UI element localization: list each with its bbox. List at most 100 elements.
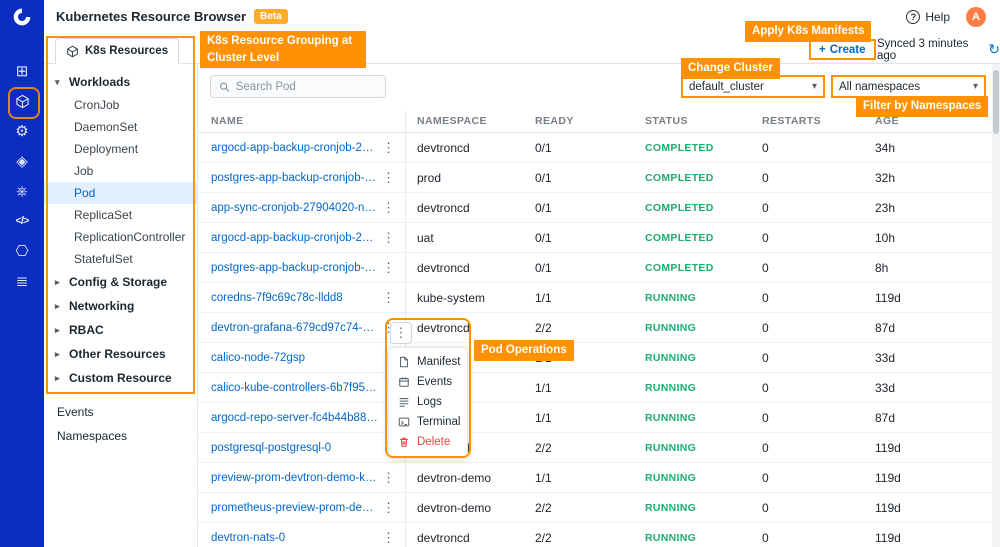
sidebar-group-rbac[interactable]: ▸ RBAC: [44, 318, 197, 342]
clusters-icon[interactable]: ⎈: [0, 176, 44, 206]
row-kebab-icon[interactable]: ⋮: [382, 201, 395, 214]
row-kebab-icon[interactable]: ⋮: [382, 531, 395, 544]
resource-browser-icon[interactable]: [0, 86, 44, 119]
col-name: NAME: [211, 115, 244, 127]
pod-name-link[interactable]: devtron-nats-0: [211, 532, 285, 544]
row-kebab-icon[interactable]: ⋮: [382, 171, 395, 184]
cell-status: COMPLETED: [645, 261, 714, 274]
cell-age: 119d: [875, 530, 901, 545]
row-kebab-icon[interactable]: ⋮: [382, 471, 395, 484]
menu-item-manifest[interactable]: Manifest: [389, 352, 467, 372]
stack-icon[interactable]: ≣: [0, 266, 44, 296]
search-box[interactable]: [210, 75, 386, 98]
cell-status: COMPLETED: [645, 201, 714, 214]
row-kebab-icon[interactable]: ⋮: [382, 141, 395, 154]
cell-namespace: devtroncd: [417, 140, 470, 155]
pod-name-link[interactable]: argocd-repo-server-fc4b44b88-vzfld: [211, 412, 379, 424]
sidebar-item-deployment[interactable]: Deployment: [44, 138, 197, 160]
sidebar-item-daemonset[interactable]: DaemonSet: [44, 116, 197, 138]
code-icon[interactable]: </>: [0, 206, 44, 236]
row-kebab-icon[interactable]: ⋮: [382, 501, 395, 514]
sidebar-item-namespaces[interactable]: Namespaces: [44, 424, 197, 448]
cell-namespace: devtron-demo: [417, 470, 492, 485]
col-restarts: RESTARTS: [762, 115, 822, 127]
cell-status: RUNNING: [645, 351, 697, 364]
apps-grid-icon[interactable]: ⊞: [0, 56, 44, 86]
cell-age: 87d: [875, 320, 896, 335]
cell-ready: 1/1: [535, 470, 552, 485]
menu-item-logs[interactable]: Logs: [389, 392, 467, 412]
sidebar-item-job[interactable]: Job: [44, 160, 197, 182]
terminal-icon: [398, 417, 410, 427]
table-row: postgres-app-backup-cronjob-2790349...⋮ …: [198, 163, 992, 193]
row-kebab-icon[interactable]: ⋮: [382, 231, 395, 244]
sidebar-group-custom-resource[interactable]: ▸ Custom Resource: [44, 366, 197, 390]
row-kebab-icon[interactable]: ⋮: [382, 291, 395, 304]
col-age: AGE: [875, 115, 899, 127]
row-kebab-icon[interactable]: ⋮: [390, 322, 412, 344]
pod-name-link[interactable]: coredns-7f9c69c78c-lldd8: [211, 292, 343, 304]
pod-name-link[interactable]: preview-prom-devtron-demo-kube-stat...: [211, 472, 379, 484]
cell-namespace: prod: [417, 170, 442, 185]
menu-item-events[interactable]: Events: [389, 372, 467, 392]
gear-glyph: ⚙: [15, 123, 29, 140]
caret-right-icon: ▸: [55, 276, 60, 287]
cell-restarts: 0: [762, 440, 769, 455]
menu-item-terminal[interactable]: Terminal: [389, 412, 467, 432]
cell-ready: 2/2: [535, 320, 552, 335]
annotation-apply-manifests: Apply K8s Manifests: [745, 21, 872, 42]
resource-sidebar: ▾ Workloads CronJob DaemonSet Deployment…: [44, 64, 197, 547]
pod-name-link[interactable]: app-sync-cronjob-27904020-nrpqc: [211, 202, 379, 214]
sidebar-item-cronjob[interactable]: CronJob: [44, 94, 197, 116]
cell-ready: 1/1: [535, 380, 552, 395]
pod-name-link[interactable]: postgres-app-backup-cronjob-2790349...: [211, 172, 379, 184]
pod-name-link[interactable]: postgres-app-backup-cronjob-2790493...: [211, 262, 379, 274]
menu-item-delete[interactable]: Delete: [389, 432, 467, 452]
cell-age: 119d: [875, 290, 901, 305]
cell-restarts: 0: [762, 500, 769, 515]
sidebar-group-networking[interactable]: ▸ Networking: [44, 294, 197, 318]
refresh-icon[interactable]: ↻: [988, 41, 1000, 58]
cell-namespace: devtroncd: [417, 260, 470, 275]
cell-age: 23h: [875, 200, 896, 215]
annotation-pod-operations: Pod Operations: [474, 340, 574, 361]
sidebar-item-pod[interactable]: Pod: [44, 182, 197, 204]
sidebar-item-replicaset[interactable]: ReplicaSet: [44, 204, 197, 226]
pod-name-link[interactable]: calico-kube-controllers-6b7f95f6c8-zhz..…: [211, 382, 379, 394]
security-icon[interactable]: ◈: [0, 146, 44, 176]
scrollbar-track[interactable]: [992, 64, 1000, 547]
tab-k8s-resources[interactable]: K8s Resources: [55, 38, 180, 64]
sidebar-group-config-storage[interactable]: ▸ Config & Storage: [44, 270, 197, 294]
cell-status: COMPLETED: [645, 141, 714, 154]
pod-name-link[interactable]: argocd-app-backup-cronjob-27903340-...: [211, 142, 379, 154]
table-row: argocd-repo-server-fc4b44b88-vzfld⋮ 1/1 …: [198, 403, 992, 433]
cube-icon: [15, 94, 29, 108]
search-input[interactable]: [235, 80, 377, 93]
pod-name-link[interactable]: prometheus-preview-prom-devtron-de...: [211, 502, 379, 514]
config-gear-icon[interactable]: ⚙: [0, 116, 44, 146]
context-menu-panel: Manifest Events Logs Terminal Delete: [388, 347, 468, 457]
sidebar-group-workloads[interactable]: ▾ Workloads: [44, 70, 197, 94]
annotation-grouping: K8s Resource Grouping at Cluster Level: [200, 31, 366, 69]
help-button[interactable]: ? Help: [906, 9, 950, 24]
sidebar-item-events[interactable]: Events: [44, 400, 197, 424]
scrollbar-thumb[interactable]: [993, 70, 999, 134]
devtron-logo-icon[interactable]: [0, 0, 44, 34]
sidebar-item-statefulset[interactable]: StatefulSet: [44, 248, 197, 270]
pod-name-link[interactable]: postgresql-postgresql-0: [211, 442, 331, 454]
cell-restarts: 0: [762, 140, 769, 155]
sidebar-item-replicationcontroller[interactable]: ReplicationController: [44, 226, 197, 248]
sidebar-group-other-resources[interactable]: ▸ Other Resources: [44, 342, 197, 366]
row-kebab-icon[interactable]: ⋮: [382, 261, 395, 274]
create-button[interactable]: + Create: [809, 39, 876, 60]
avatar[interactable]: A: [966, 6, 986, 27]
pod-name-link[interactable]: calico-node-72gsp: [211, 352, 305, 364]
pod-name-link[interactable]: argocd-app-backup-cronjob-27904780-...: [211, 232, 379, 244]
pod-name-link[interactable]: devtron-grafana-679cd97c74-djq45: [211, 322, 379, 334]
cell-status: RUNNING: [645, 411, 697, 424]
cell-restarts: 0: [762, 470, 769, 485]
table-row: calico-kube-controllers-6b7f95f6c8-zhz..…: [198, 373, 992, 403]
security-glyph: ◈: [16, 153, 28, 170]
package-icon[interactable]: ⎔: [0, 236, 44, 266]
namespace-dropdown[interactable]: All namespaces ▾: [831, 75, 986, 98]
